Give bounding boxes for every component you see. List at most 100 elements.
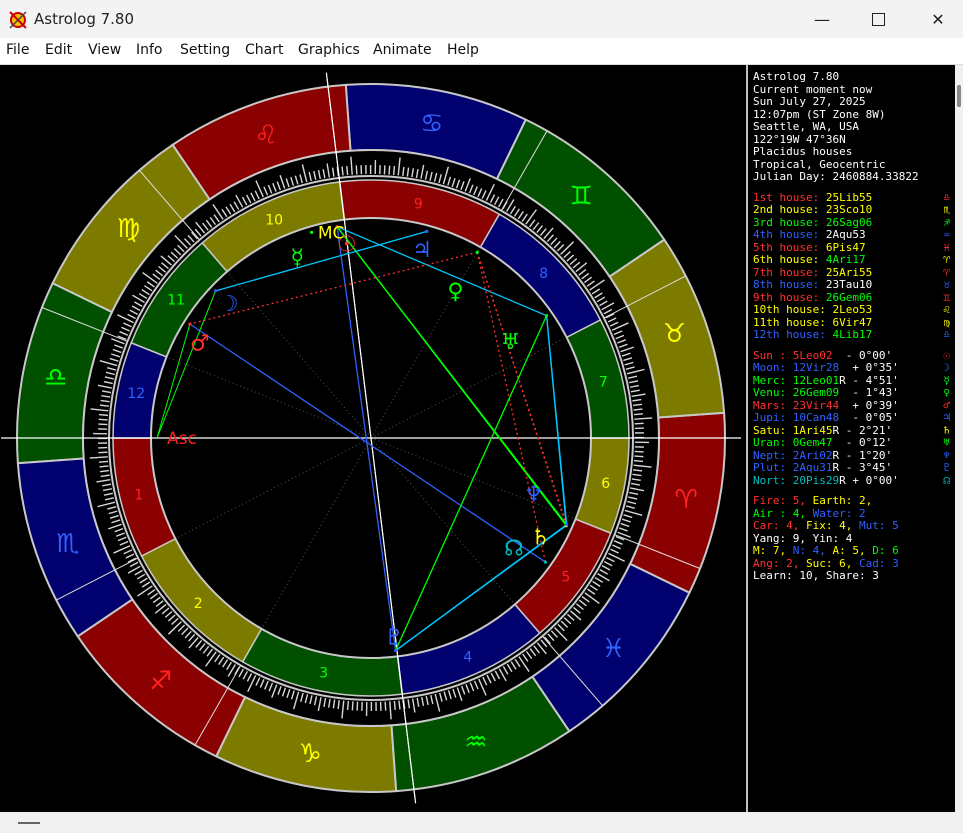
menu-setting[interactable]: Setting <box>180 42 230 58</box>
minimize-button[interactable]: — <box>797 0 847 38</box>
status-bar <box>0 812 963 833</box>
quadrant-line-part: A: 5, <box>832 544 866 557</box>
header-line-part: Placidus houses <box>753 145 853 158</box>
planet-line-part: - 3°45' <box>845 461 893 474</box>
house-line-part: 6Vir47 <box>832 315 873 329</box>
planet-line-part: Mars: <box>753 398 787 412</box>
planet-glyph-5[interactable]: ♃ <box>412 238 432 263</box>
taurus-sign-icon: ♉ <box>663 319 686 349</box>
menu-help[interactable]: Help <box>447 42 479 58</box>
house-number-12: 12 <box>127 386 145 402</box>
planet-line-part <box>786 374 793 387</box>
maximize-button[interactable] <box>853 0 903 38</box>
planet-line-part: + 0°39' <box>852 398 899 412</box>
house-line-part: 10th house: <box>753 303 826 316</box>
modality-line-part: Car: 4, <box>753 519 800 532</box>
planet-glyph-3[interactable]: ♀ <box>447 279 463 304</box>
quadrant-line-part: D: 6 <box>872 544 899 557</box>
chart-wheel[interactable]: ♈♉♊♋♌♍♎♏♐♑ ♒♓ 123456789101112 ☉☽☿♀♂♃♄♅♆♇☊… <box>0 65 746 812</box>
house-number-11: 11 <box>167 293 185 309</box>
planet-glyph-10[interactable]: ☊ <box>504 536 524 561</box>
vertical-scrollbar[interactable] <box>955 65 963 812</box>
angularity-line-part: Cad: 3 <box>858 556 899 570</box>
planet-line-part <box>839 449 846 462</box>
planet-line-part: + 0°35' <box>852 361 899 374</box>
planet-line-part <box>839 436 846 449</box>
virgo-sign-icon: ♍ <box>117 214 140 244</box>
planet-line-part <box>839 411 846 424</box>
menu-animate[interactable]: Animate <box>373 42 432 58</box>
modality-line-part: Mut: 5 <box>858 519 899 532</box>
house-line-part: 2nd house: <box>753 203 820 216</box>
scorpio-sign-icon: ♏ <box>56 529 79 559</box>
learn-line: Learn: 10, Share: 3 <box>753 569 879 583</box>
window-title: Astrolog 7.80 <box>34 10 135 28</box>
planet-icon: ☽ <box>943 361 950 374</box>
planet-glyph-6[interactable]: ♄ <box>531 525 551 550</box>
planet-line-part <box>786 424 793 437</box>
house-line-part: 25Lib55 <box>825 190 873 204</box>
menu-graphics[interactable]: Graphics <box>298 42 360 58</box>
planet-line-part <box>839 424 846 437</box>
house-line-part <box>819 291 826 304</box>
planet-line-part: + 0°00' <box>852 473 899 487</box>
house-line-part: 5th house: <box>753 240 820 254</box>
modality-line-part <box>799 519 806 532</box>
close-button[interactable]: ✕ <box>913 0 963 38</box>
angularity-line-part: Ang: 2, <box>753 556 800 570</box>
planet-icon: ♃ <box>943 411 950 424</box>
element-line-part <box>806 507 813 520</box>
ascendant-label: Asc <box>167 429 197 449</box>
planet-line-part <box>786 436 793 449</box>
menu-chart[interactable]: Chart <box>245 42 283 58</box>
planet-icon: ♇ <box>943 461 950 474</box>
house-sign-icon: ♎ <box>943 328 950 341</box>
menu-info[interactable]: Info <box>136 42 163 58</box>
scroll-thumb[interactable] <box>957 85 961 107</box>
planet-glyph-1[interactable]: ☽ <box>219 292 239 317</box>
header-line-part: 122°19W 47°36N <box>753 132 846 146</box>
planet-line-part: Plut: <box>753 461 787 474</box>
planet-glyph-2[interactable]: ☿ <box>291 245 305 270</box>
pisces-sign-icon: ♓ <box>602 634 625 664</box>
astrolog-app-icon <box>9 11 27 29</box>
planet-icon: ♀ <box>943 386 950 399</box>
planet-glyph-8[interactable]: ♆ <box>524 483 544 508</box>
planet-line-part: Satu: <box>753 423 787 437</box>
planet-glyph-4[interactable]: ♂ <box>190 331 210 356</box>
house-line-part: 4th house: <box>753 228 820 241</box>
gemini-sign-icon: ♊ <box>570 181 593 211</box>
house-number-5: 5 <box>561 569 570 585</box>
angularity-line-part <box>852 557 859 570</box>
planet-line-part: 12Vir28 <box>792 361 840 374</box>
planet-line-part <box>786 411 793 424</box>
header-line-part: Current moment now <box>753 82 873 96</box>
menu-view[interactable]: View <box>88 42 121 58</box>
planet-line-part: 2Aqu31 <box>792 461 833 474</box>
angularity-line-part <box>799 557 806 570</box>
menu-edit[interactable]: Edit <box>45 42 72 58</box>
planet-line-part: 1Ari45 <box>792 423 833 437</box>
libra-sign-icon: ♎ <box>44 363 67 393</box>
planet-glyph-9[interactable]: ♇ <box>384 626 404 651</box>
house-sign-icon: ♌ <box>943 303 950 316</box>
menu-file[interactable]: File <box>6 42 29 58</box>
aries-sign-icon: ♈ <box>675 485 698 515</box>
planet-line-part: Nept: <box>753 448 787 462</box>
planet-glyph-7[interactable]: ♅ <box>501 330 521 355</box>
planet-line-part <box>839 349 846 362</box>
house-number-8: 8 <box>539 266 548 282</box>
planet-line-part: - 2°21' <box>845 423 893 437</box>
capricorn-sign-icon: ♑ <box>299 739 322 769</box>
planet-line-part <box>786 474 793 487</box>
planet-line-part: - 1°20' <box>845 448 893 462</box>
planet-line-part <box>786 449 793 462</box>
house-sign-icon: ♒ <box>943 228 950 241</box>
house-line-part <box>819 191 826 204</box>
house-line-part: 26Gem06 <box>825 290 873 304</box>
planet-line-part: 10Can48 <box>792 411 840 424</box>
planet-line-part: 26Gem09 <box>792 386 840 399</box>
info-panel: Astrolog 7.80 Current moment now Sun July … <box>748 65 956 812</box>
learn-line-part: Learn: 10, Share: 3 <box>753 569 879 582</box>
house-line-part: 11th house: <box>753 315 826 329</box>
